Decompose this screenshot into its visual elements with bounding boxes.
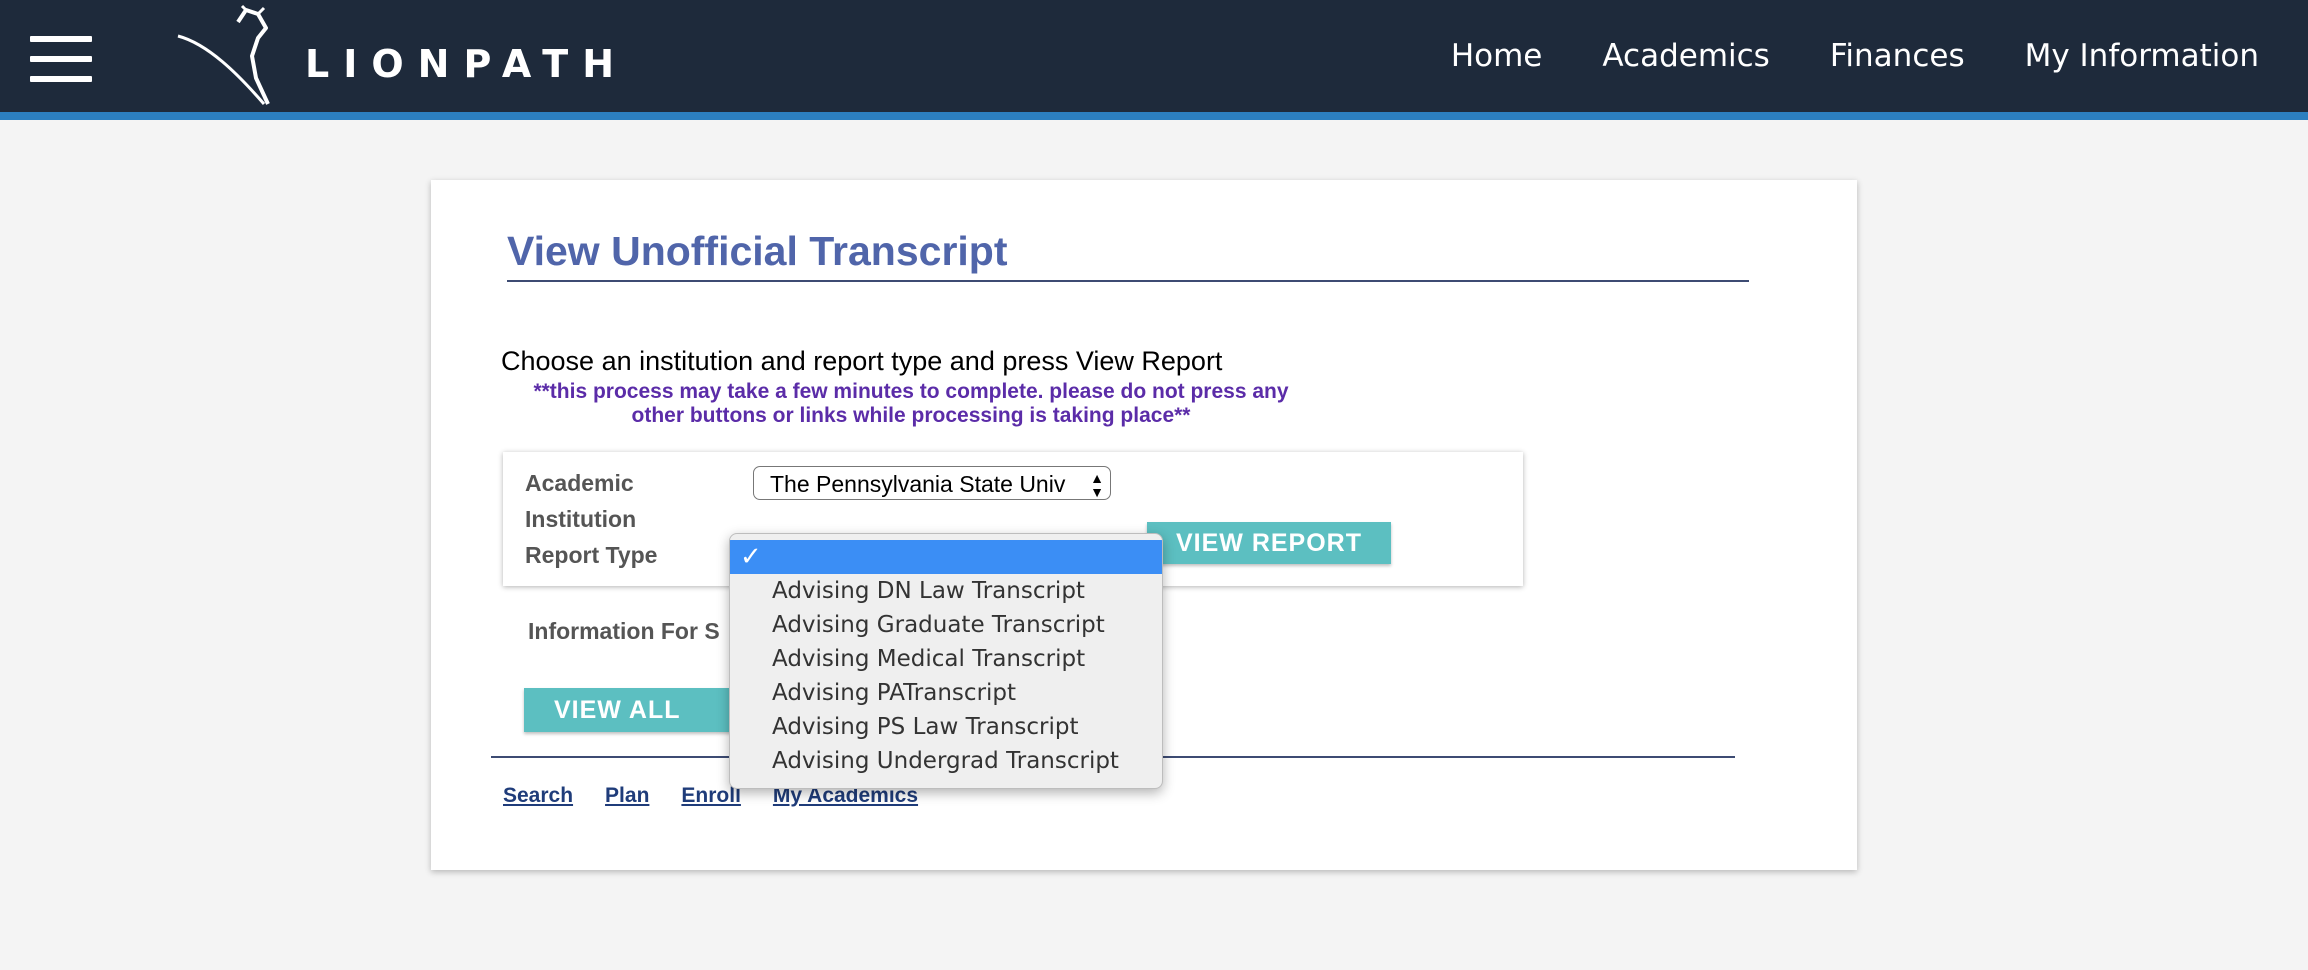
processing-warning: **this process may take a few minutes to…	[533, 380, 1289, 427]
dropdown-option[interactable]: Advising PATranscript	[730, 676, 1162, 710]
dropdown-option[interactable]: Advising Medical Transcript	[730, 642, 1162, 676]
title-divider	[507, 280, 1749, 282]
footer-link-plan[interactable]: Plan	[605, 784, 649, 808]
dropdown-option[interactable]: Advising PS Law Transcript	[730, 710, 1162, 744]
nav-home[interactable]: Home	[1451, 38, 1543, 74]
information-for-label: Information For S	[528, 618, 720, 644]
institution-label-line2: Institution	[525, 506, 637, 532]
checkmark-icon: ✓	[740, 542, 762, 572]
report-type-label: Report Type	[525, 542, 658, 568]
dropdown-option[interactable]: Advising Graduate Transcript	[730, 608, 1162, 642]
report-type-dropdown[interactable]: ✓ Advising DN Law Transcript Advising Gr…	[729, 533, 1163, 789]
dropdown-option-blank[interactable]: ✓	[730, 540, 1162, 574]
header-accent-stripe	[0, 112, 2308, 120]
institution-select-value: The Pennsylvania State Univ	[770, 471, 1066, 497]
dropdown-option[interactable]: Advising DN Law Transcript	[730, 574, 1162, 608]
nav-my-information[interactable]: My Information	[2025, 38, 2259, 74]
institution-select[interactable]: The Pennsylvania State Univ ▲ ▼	[753, 466, 1111, 500]
logo-wordmark: LIONPATH	[305, 42, 629, 86]
view-report-button[interactable]: VIEW REPORT	[1147, 522, 1391, 564]
nav-academics[interactable]: Academics	[1602, 38, 1769, 74]
dropdown-option[interactable]: Advising Undergrad Transcript	[730, 744, 1162, 778]
institution-label-line1: Academic	[525, 470, 634, 496]
footer-link-search[interactable]: Search	[503, 784, 573, 808]
top-nav-bar: LIONPATH Home Academics Finances My Info…	[0, 0, 2308, 112]
instructions-text: Choose an institution and report type an…	[501, 346, 1223, 376]
nav-finances[interactable]: Finances	[1830, 38, 1965, 74]
menu-icon[interactable]	[30, 36, 92, 82]
main-nav: Home Academics Finances My Information	[1451, 38, 2259, 74]
page-title: View Unofficial Transcript	[507, 228, 1008, 274]
view-all-requests-button[interactable]: VIEW ALL REQ	[524, 688, 744, 768]
select-arrows-icon: ▲ ▼	[1090, 470, 1104, 500]
lion-logo-icon	[177, 4, 270, 105]
